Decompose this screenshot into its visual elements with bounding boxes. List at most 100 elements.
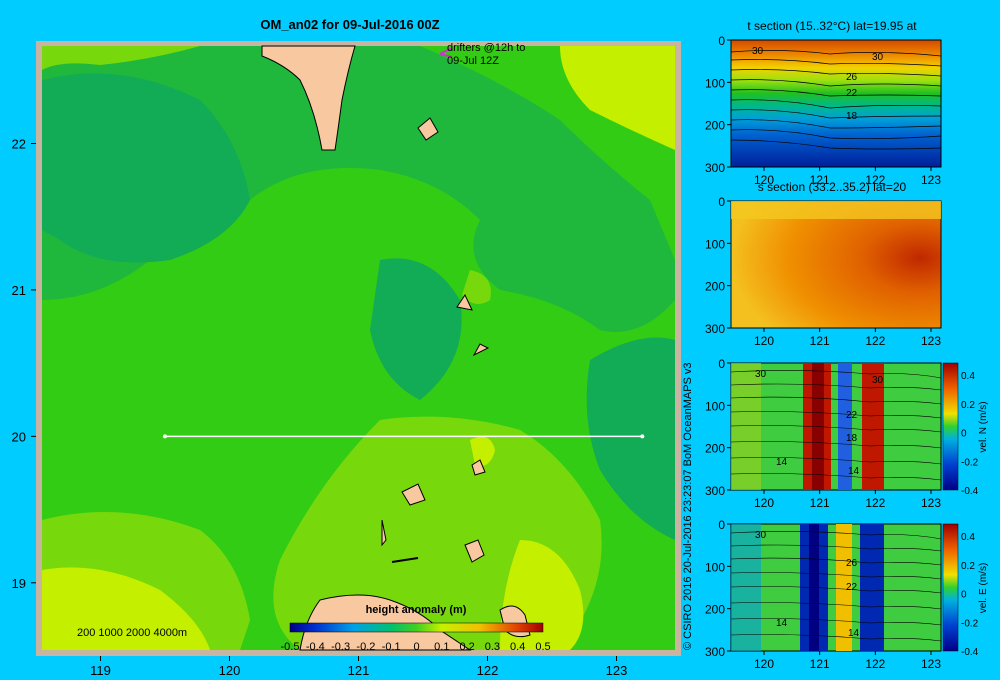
velocity-colorbar-tick: -0.2 xyxy=(961,457,979,468)
height-colorbar-tick: -0.5 xyxy=(281,641,300,653)
e-contour-label-4: 14 xyxy=(776,618,788,629)
section-y-tick-label: 0 xyxy=(718,34,725,48)
section-x-tick-label: 122 xyxy=(865,173,885,187)
height-colorbar-tick: 0.4 xyxy=(510,641,525,653)
t-contour-label-1: 30 xyxy=(752,46,764,57)
velocity-colorbar-tick: 0 xyxy=(961,429,967,440)
height-colorbar-ticks: -0.5 -0.4 -0.3 -0.2 -0.1 0 0.1 0.2 0.3 0.4 0.5 xyxy=(281,641,551,653)
e-contour-label-2: 26 xyxy=(846,558,858,569)
section-x-tick-label: 123 xyxy=(921,173,941,187)
height-colorbar-tick: 0.2 xyxy=(459,641,474,653)
east-velocity-colorbar xyxy=(942,523,959,652)
n-contour-label-5: 14 xyxy=(776,457,788,468)
height-colorbar-tick: -0.2 xyxy=(356,641,375,653)
section-y-tick-label: 300 xyxy=(705,484,725,498)
section-x-tick-label: 123 xyxy=(921,657,941,671)
velocity-colorbar-tick: -0.2 xyxy=(961,618,979,629)
height-colorbar-bar xyxy=(289,622,544,633)
map-y-axis: 19 20 21 22 xyxy=(12,137,36,591)
section-x-tick-label: 123 xyxy=(921,334,941,348)
height-colorbar-label: height anomaly (m) xyxy=(366,604,467,616)
section-y-tick-label: 100 xyxy=(705,399,725,413)
section-y-tick-label: 100 xyxy=(705,76,725,90)
section-x-tick-label: 121 xyxy=(810,173,830,187)
north-velocity-section-panel: 30 30 22 18 14 14 vel. N (m/s) xyxy=(730,362,989,491)
t-contour-label-2: 30 xyxy=(872,52,884,63)
section-x-tick-label: 122 xyxy=(865,496,885,510)
map-x-tick-label: 123 xyxy=(606,663,628,678)
section-y-tick-label: 200 xyxy=(705,603,725,617)
east-velocity-section-panel: 30 26 22 14 14 vel. E (m/s) xyxy=(730,523,989,652)
height-colorbar-tick: -0.3 xyxy=(331,641,350,653)
map-x-tick-label: 119 xyxy=(90,663,111,678)
section-x-tick-label: 121 xyxy=(810,496,830,510)
section-y-tick-label: 300 xyxy=(705,645,725,659)
map-panel: drifters @12h to 09-Jul 12Z 200 1000 200… xyxy=(36,41,681,656)
east-velocity-colorbar-label: vel. E (m/s) xyxy=(978,563,989,614)
map-x-tick-label: 120 xyxy=(219,663,241,678)
temperature-section-panel: t section (15..32°C) lat=19.95 at 30 30 … xyxy=(730,19,942,168)
north-velocity-west-band xyxy=(731,363,761,490)
north-velocity-colorbar xyxy=(942,362,959,491)
section-x-tick-label: 120 xyxy=(754,496,774,510)
map-x-tick-label: 122 xyxy=(477,663,499,678)
map-x-tick-label: 121 xyxy=(348,663,370,678)
section-y-tick-label: 0 xyxy=(718,195,725,209)
n-contour-label-4: 18 xyxy=(846,433,858,444)
velocity-colorbar-tick: 0.4 xyxy=(961,371,975,382)
map-y-tick-label: 21 xyxy=(12,283,26,298)
section-y-tick-label: 200 xyxy=(705,442,725,456)
n-contour-label-2: 30 xyxy=(872,375,884,386)
t-contour-label-5: 18 xyxy=(846,111,858,122)
section-x-tick-label: 121 xyxy=(810,334,830,348)
section-x-tick-label: 122 xyxy=(865,657,885,671)
section-y-tick-label: 300 xyxy=(705,161,725,175)
n-contour-label-6: 14 xyxy=(848,466,860,477)
east-velocity-west-band xyxy=(731,524,761,651)
height-colorbar-tick: 0 xyxy=(413,641,419,653)
map-y-tick-label: 22 xyxy=(12,137,26,152)
north-velocity-plot xyxy=(730,362,942,491)
temperature-section-title: t section (15..32°C) lat=19.95 at xyxy=(747,19,917,33)
north-velocity-colorbar-label: vel. N (m/s) xyxy=(978,401,989,452)
t-contour-label-3: 26 xyxy=(846,72,858,83)
section-y-tick-label: 0 xyxy=(718,357,725,371)
drifter-note-line2: 09-Jul 12Z xyxy=(447,55,499,67)
section-end-point xyxy=(640,434,645,439)
figure: OM_an02 for 09-Jul-2016 00Z drifters @12… xyxy=(12,17,989,678)
section-y-tick-label: 100 xyxy=(705,237,725,251)
height-colorbar-tick: 0.5 xyxy=(535,641,550,653)
velocity-colorbar-tick: 0 xyxy=(961,590,967,601)
section-x-tick-label: 122 xyxy=(865,334,885,348)
section-y-tick-label: 0 xyxy=(718,518,725,532)
section-x-tick-label: 123 xyxy=(921,496,941,510)
section-y-tick-label: 200 xyxy=(705,280,725,294)
section-start-point xyxy=(163,434,167,439)
section-y-tick-label: 100 xyxy=(705,560,725,574)
map-x-axis: 119 120 121 122 123 xyxy=(90,656,627,678)
height-colorbar-tick: -0.1 xyxy=(382,641,401,653)
velocity-colorbar-tick: 0.4 xyxy=(961,532,975,543)
salinity-surface-band xyxy=(731,201,941,219)
section-y-tick-label: 200 xyxy=(705,119,725,133)
salinity-section-panel: s section (33.2..35.2) lat=20 xyxy=(730,180,942,329)
t-contour-label-4: 22 xyxy=(846,88,858,99)
n-contour-label-3: 22 xyxy=(846,410,858,421)
map-title: OM_an02 for 09-Jul-2016 00Z xyxy=(260,17,439,32)
east-velocity-core-2 xyxy=(860,524,884,651)
section-x-tick-label: 120 xyxy=(754,334,774,348)
map-y-tick-label: 20 xyxy=(12,429,26,444)
e-contour-label-3: 22 xyxy=(846,582,858,593)
velocity-colorbar-tick: -0.4 xyxy=(961,486,979,497)
n-contour-label-1: 30 xyxy=(755,369,767,380)
velocity-colorbar-tick: -0.4 xyxy=(961,647,979,658)
section-x-tick-label: 121 xyxy=(810,657,830,671)
section-y-tick-label: 300 xyxy=(705,322,725,336)
section-x-tick-label: 120 xyxy=(754,173,774,187)
velocity-colorbar-tick: 0.2 xyxy=(961,561,975,572)
salinity-section-plot xyxy=(730,200,942,329)
section-x-tick-label: 120 xyxy=(754,657,774,671)
depth-legend: 200 1000 2000 4000m xyxy=(77,627,187,639)
height-colorbar-tick: 0.3 xyxy=(485,641,500,653)
e-contour-label-5: 14 xyxy=(848,628,860,639)
